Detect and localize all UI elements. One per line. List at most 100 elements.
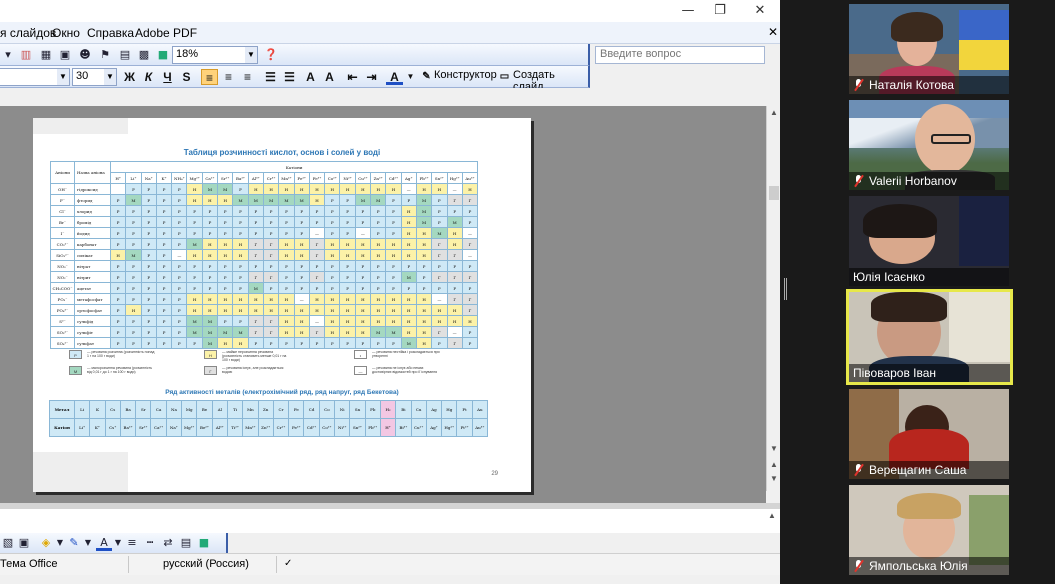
solubility-cell: Г	[461, 194, 479, 206]
anion-cell: SiO₃²⁻	[50, 249, 75, 261]
solubility-cell: Г	[446, 337, 463, 349]
solubility-cell: М	[247, 282, 264, 294]
scroll-down-icon[interactable]: ▼	[767, 444, 780, 456]
align-center-icon[interactable]: ≡	[220, 69, 237, 85]
participant-tile[interactable]: Верещагин Саша	[849, 389, 1009, 479]
solubility-cell: Р	[186, 282, 203, 294]
chevron-down-icon[interactable]: ▼	[402, 69, 419, 85]
numbering-icon[interactable]: ☰	[262, 69, 279, 85]
picture-icon[interactable]: ▣	[16, 535, 32, 551]
font-size-select[interactable]: 30 ▼	[72, 68, 117, 86]
cation-header: Al³⁺	[247, 172, 264, 184]
metal-cell: Ti²⁺	[226, 418, 244, 437]
clipart-icon[interactable]: ☻	[77, 47, 93, 63]
increase-font-icon[interactable]: A	[302, 69, 319, 85]
solubility-cell: Р	[140, 337, 157, 349]
solubility-cell: Р	[232, 227, 249, 239]
close-icon[interactable]: ✕	[745, 2, 775, 20]
metal-row-label: Катіон	[49, 418, 75, 437]
solubility-cell: Н	[385, 304, 402, 316]
metal-cell: Bi³⁺	[395, 418, 412, 437]
solubility-cell: Р	[370, 260, 387, 272]
solubility-cell: Н	[461, 183, 479, 195]
participant-tile[interactable]: Наталія Котова	[849, 4, 1009, 94]
diagram-icon[interactable]: ⚑	[97, 47, 113, 63]
shadow-button[interactable]: S	[178, 69, 195, 85]
help-icon[interactable]: ❓	[263, 47, 279, 63]
picture-icon[interactable]: ▣	[57, 47, 73, 63]
scrollbar-thumb[interactable]	[769, 186, 779, 200]
decrease-font-icon[interactable]: A	[321, 69, 338, 85]
table-icon[interactable]: ▦	[38, 47, 54, 63]
align-left-icon[interactable]: ≡	[201, 69, 218, 85]
new-slide-icon[interactable]: ▭	[496, 69, 513, 85]
scroll-up-icon[interactable]: ▲	[767, 108, 780, 120]
dropdown-icon[interactable]: ▾	[0, 47, 16, 63]
chevron-down-icon[interactable]: ▼	[80, 535, 96, 551]
next-slide-icon[interactable]: ▼	[767, 474, 780, 486]
minimize-icon[interactable]: —	[673, 2, 703, 20]
help-search-input[interactable]: Введите вопрос	[595, 46, 765, 64]
solubility-cell: Р	[186, 205, 203, 217]
font-color-icon[interactable]: A	[386, 69, 403, 85]
grid-icon[interactable]: ▩	[136, 47, 152, 63]
solubility-cell: Н	[354, 315, 372, 327]
spelling-icon[interactable]: ✓	[284, 558, 292, 569]
participant-tile[interactable]: Юлія Ісаєнко	[849, 196, 1009, 286]
notes-scroll-icon[interactable]: ▲	[768, 511, 776, 520]
anion-name-cell: силікат	[74, 249, 111, 261]
chart-icon[interactable]: ▥	[18, 47, 34, 63]
table-row: SO₃²⁻ сульфіт Р Р Р Р Р М М М М Г Г Н Н Г Н Н Н М М Н Н Г — Р	[50, 326, 479, 338]
designer-icon[interactable]: ✎	[418, 69, 435, 85]
solubility-cell: Н	[385, 183, 402, 195]
3d-icon[interactable]: ■	[196, 535, 212, 551]
solubility-cell: М	[370, 326, 387, 338]
font-name-select[interactable]: ▼	[0, 68, 70, 86]
solubility-cell: Н	[186, 293, 203, 305]
solubility-cell: Р	[324, 337, 341, 349]
restore-icon[interactable]: ❐	[705, 2, 735, 20]
participant-tile-active[interactable]: Півоваров Іван	[846, 289, 1013, 385]
solubility-cell: Г	[446, 194, 463, 206]
color-icon[interactable]: ■	[155, 47, 171, 63]
vertical-scrollbar[interactable]: ▲ ▼ ▲ ▼	[766, 106, 780, 491]
increase-indent-icon[interactable]: ⇥	[363, 69, 380, 85]
bold-button[interactable]: Ж	[121, 69, 138, 85]
zoom-select[interactable]: 18% ▼	[172, 46, 258, 64]
decrease-indent-icon[interactable]: ⇤	[344, 69, 361, 85]
slide-canvas[interactable]: Таблиця розчинності кислот, основ і соле…	[33, 118, 531, 492]
underline-button[interactable]: Ч	[159, 69, 176, 85]
menu-slideshow[interactable]: я слайдов	[0, 26, 56, 40]
menu-adobe-pdf[interactable]: Adobe PDF	[135, 26, 197, 40]
chart-bars-icon[interactable]: ▤	[117, 47, 133, 63]
notes-pane[interactable]: ▲	[0, 503, 780, 533]
bullets-icon[interactable]: ☰	[281, 69, 298, 85]
menu-window[interactable]: Окно	[52, 26, 80, 40]
solubility-cell: —	[308, 227, 326, 239]
designer-button[interactable]: Конструктор	[434, 69, 497, 81]
solubility-cell: Н	[262, 304, 280, 316]
metal-cell: Sr	[135, 400, 152, 419]
solubility-cell: Г	[247, 238, 264, 250]
italic-button[interactable]: К	[140, 69, 157, 85]
solubility-cell: Н	[385, 293, 402, 305]
splitter-handle[interactable]	[784, 278, 787, 300]
participant-tile[interactable]: Valerii Horbanov	[849, 100, 1009, 190]
prev-slide-icon[interactable]: ▲	[767, 460, 780, 472]
menu-help[interactable]: Справка	[87, 26, 134, 40]
solubility-cell: Р	[308, 337, 326, 349]
solubility-cell: —	[446, 183, 463, 195]
arrow-style-icon[interactable]: ⇄	[160, 535, 176, 551]
solubility-cell: Р	[324, 216, 341, 228]
shadow-icon[interactable]: ▤	[178, 535, 194, 551]
close-doc-icon[interactable]: ✕	[768, 25, 778, 39]
align-right-icon[interactable]: ≡	[239, 69, 256, 85]
solubility-cell: —	[461, 249, 479, 261]
solubility-cell: Н	[370, 315, 387, 327]
dash-style-icon[interactable]: ┅	[142, 535, 158, 551]
insert-image-icon[interactable]: ▧	[0, 535, 16, 551]
participant-tile[interactable]: Ямпольська Юлія	[849, 485, 1009, 575]
anion-cell: Cl⁻	[50, 205, 75, 217]
line-style-icon[interactable]: ≡	[124, 535, 140, 551]
solubility-cell: Р	[155, 216, 173, 228]
